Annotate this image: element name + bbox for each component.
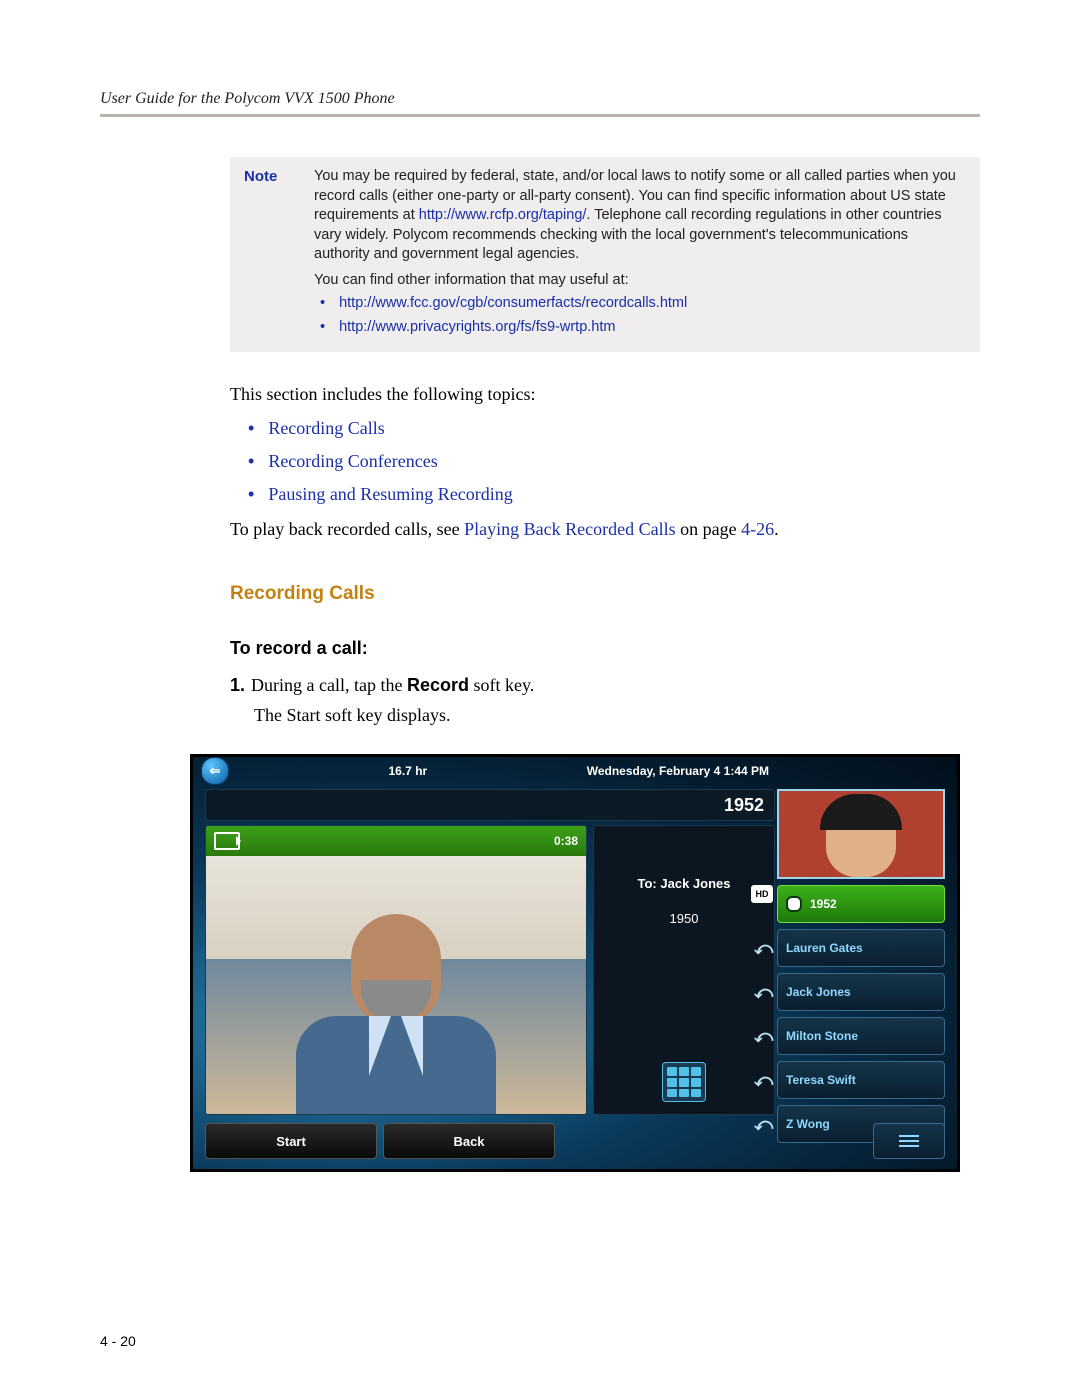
note-callout: Note You may be required by federal, sta… — [230, 157, 980, 352]
menu-key[interactable] — [873, 1123, 945, 1159]
topic-recording-calls[interactable]: Recording Calls — [268, 418, 384, 438]
section-intro: This section includes the following topi… — [230, 380, 980, 409]
self-view-video — [777, 789, 945, 879]
playback-link[interactable]: Playing Back Recorded Calls — [464, 519, 675, 539]
step-1: 1.During a call, tap the Record soft key… — [230, 671, 980, 700]
line-keys: 1952 ⤺Lauren Gates ⤺Jack Jones ⤺Milton S… — [777, 885, 945, 1143]
hd-badge-icon: HD — [751, 885, 773, 903]
datetime: Wednesday, February 4 1:44 PM — [587, 764, 769, 778]
video-panel: 0:38 — [205, 825, 587, 1115]
camera-icon — [214, 832, 240, 850]
call-timer: 0:38 — [554, 834, 578, 848]
running-header: User Guide for the Polycom VVX 1500 Phon… — [100, 90, 980, 114]
topic-pause-resume[interactable]: Pausing and Resuming Recording — [268, 484, 512, 504]
heading-to-record: To record a call: — [230, 634, 980, 663]
extension-bar: 1952 — [205, 789, 775, 821]
line-key-lauren[interactable]: ⤺Lauren Gates — [777, 929, 945, 967]
header-rule — [100, 114, 980, 117]
softkey-back[interactable]: Back — [383, 1123, 555, 1159]
call-to-label: To: Jack Jones — [638, 876, 731, 891]
line-key-teresa[interactable]: ⤺Teresa Swift — [777, 1061, 945, 1099]
playback-xref: To play back recorded calls, see Playing… — [230, 515, 980, 544]
line-key-1952[interactable]: 1952 — [777, 885, 945, 923]
note-link-privacy[interactable]: http://www.privacyrights.org/fs/fs9-wrtp… — [339, 319, 615, 335]
usb-icon[interactable]: ⇐ — [201, 757, 229, 785]
note-link-rcfp[interactable]: http://www.rcfp.org/taping/ — [419, 207, 587, 223]
keypad-icon[interactable] — [662, 1062, 706, 1102]
playback-pageref[interactable]: 4-26 — [741, 519, 774, 539]
call-to-number: 1950 — [670, 911, 699, 926]
remote-video — [206, 856, 586, 1114]
heading-recording-calls: Recording Calls — [230, 579, 980, 609]
line-key-milton[interactable]: ⤺Milton Stone — [777, 1017, 945, 1055]
topic-recording-conferences[interactable]: Recording Conferences — [268, 451, 437, 471]
phone-screenshot: ⇐ 16.7 hr Wednesday, February 4 1:44 PM … — [190, 754, 960, 1172]
step-1-result: The Start soft key displays. — [230, 701, 980, 730]
note-body: You may be required by federal, state, a… — [314, 167, 966, 338]
call-info-panel: To: Jack Jones 1950 — [593, 825, 775, 1115]
page-number: 4 - 20 — [100, 1333, 136, 1349]
note-label: Note — [244, 167, 314, 338]
note-link-fcc[interactable]: http://www.fcc.gov/cgb/consumerfacts/rec… — [339, 295, 687, 311]
line-key-jack[interactable]: ⤺Jack Jones — [777, 973, 945, 1011]
extension-number: 1952 — [724, 795, 764, 816]
note-subtext: You can find other information that may … — [314, 271, 966, 291]
step-number: 1. — [230, 675, 245, 695]
storage-indicator: 16.7 hr — [389, 764, 428, 778]
softkey-start[interactable]: Start — [205, 1123, 377, 1159]
